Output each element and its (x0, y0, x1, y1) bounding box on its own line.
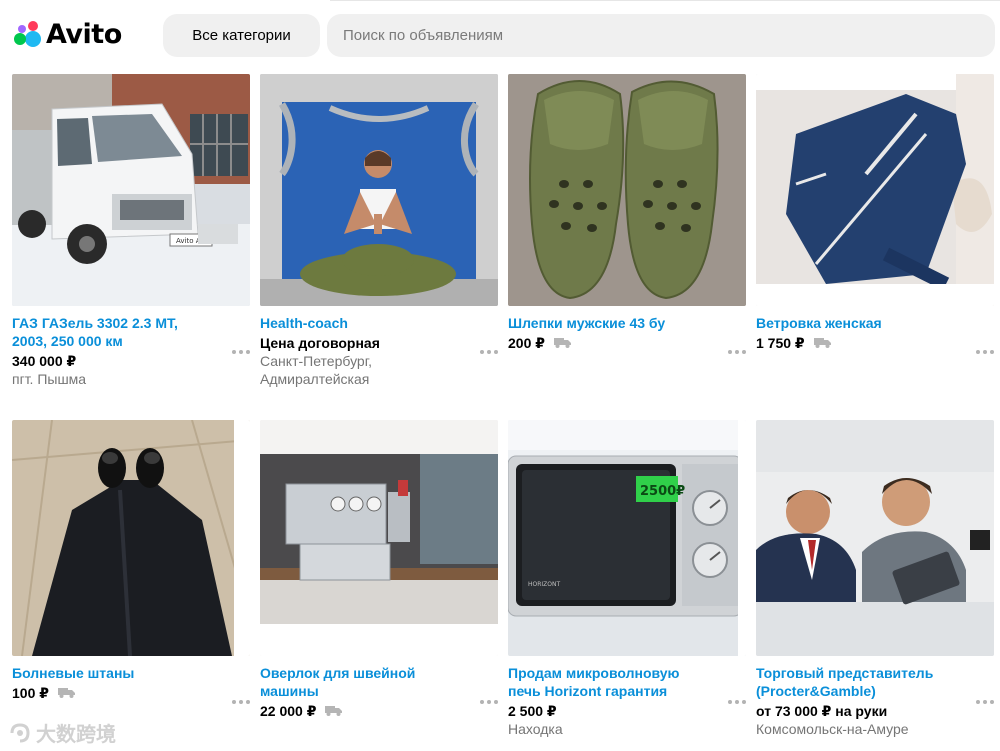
listing-price: 22 000 ₽ (260, 702, 317, 719)
listing-title[interactable]: Ветровка женская (756, 314, 956, 332)
listing-price: Цена договорная (260, 334, 380, 351)
listing-title[interactable]: Оверлок для швейной машины (260, 664, 460, 700)
listing-price: 100 ₽ (12, 684, 49, 701)
listing-location: пгт. Пышма (12, 371, 87, 387)
header: Avito Все категории (0, 0, 1000, 70)
more-options-icon[interactable] (976, 348, 994, 356)
listing-photo[interactable]: 2500₽ HORIZONT (508, 420, 746, 656)
listing-photo[interactable] (508, 74, 746, 306)
listing-price: 1 750 ₽ (756, 334, 805, 351)
more-options-icon[interactable] (728, 698, 746, 706)
all-categories-button[interactable]: Все категории (163, 14, 320, 57)
more-options-icon[interactable] (232, 348, 250, 356)
listing-price: 340 000 ₽ (12, 352, 77, 369)
listing-photo[interactable] (260, 74, 498, 306)
more-options-icon[interactable] (232, 698, 250, 706)
watermark: 大数跨境 (6, 718, 116, 747)
listing-photo[interactable] (12, 420, 250, 656)
watermark-text: 大数跨境 (36, 722, 116, 746)
more-options-icon[interactable] (976, 698, 994, 706)
listing-photo[interactable]: Avito Auto (12, 74, 250, 306)
logo-text: Avito (46, 18, 122, 50)
listing-price: 200 ₽ (508, 334, 545, 351)
avito-logo[interactable]: Avito (12, 18, 122, 50)
listing-price: 2 500 ₽ (508, 702, 557, 719)
more-options-icon[interactable] (728, 348, 746, 356)
listing-location: Комсомольск-на-Амуре (756, 721, 909, 737)
watermark-logo-icon (10, 722, 30, 742)
listing-title[interactable]: Шлепки мужские 43 бу (508, 314, 708, 332)
search-bar (327, 14, 995, 57)
listing-location: Находка (508, 721, 563, 737)
delivery-truck-icon (554, 338, 571, 348)
listing-title[interactable]: Health-coach (260, 314, 460, 332)
listing-title[interactable]: ГАЗ ГАЗель 3302 2.3 MT, 2003, 250 000 км (12, 314, 212, 350)
logo-dots-icon (12, 19, 42, 49)
search-input[interactable] (343, 27, 995, 44)
listing-photo[interactable] (260, 420, 498, 656)
listing-photo[interactable] (756, 74, 994, 306)
delivery-truck-icon (325, 706, 343, 716)
listing-location-line2: Адмиралтейская (260, 371, 370, 387)
listing-price: от 73 000 ₽ на руки (756, 702, 888, 719)
delivery-truck-icon (58, 688, 75, 698)
listing-location: Санкт-Петербург, (260, 353, 372, 369)
brand-text: HORIZONT (528, 581, 560, 588)
price-tag-text: 2500₽ (640, 484, 685, 499)
listing-title[interactable]: Болневые штаны (12, 664, 212, 682)
listing-title[interactable]: Продам микроволновую печь Horizont гаран… (508, 664, 708, 700)
delivery-truck-icon (813, 338, 831, 348)
more-options-icon[interactable] (480, 348, 498, 356)
listing-title[interactable]: Торговый представитель (Procter&Gamble) (756, 664, 956, 700)
listing-photo[interactable] (756, 420, 994, 656)
more-options-icon[interactable] (480, 698, 498, 706)
